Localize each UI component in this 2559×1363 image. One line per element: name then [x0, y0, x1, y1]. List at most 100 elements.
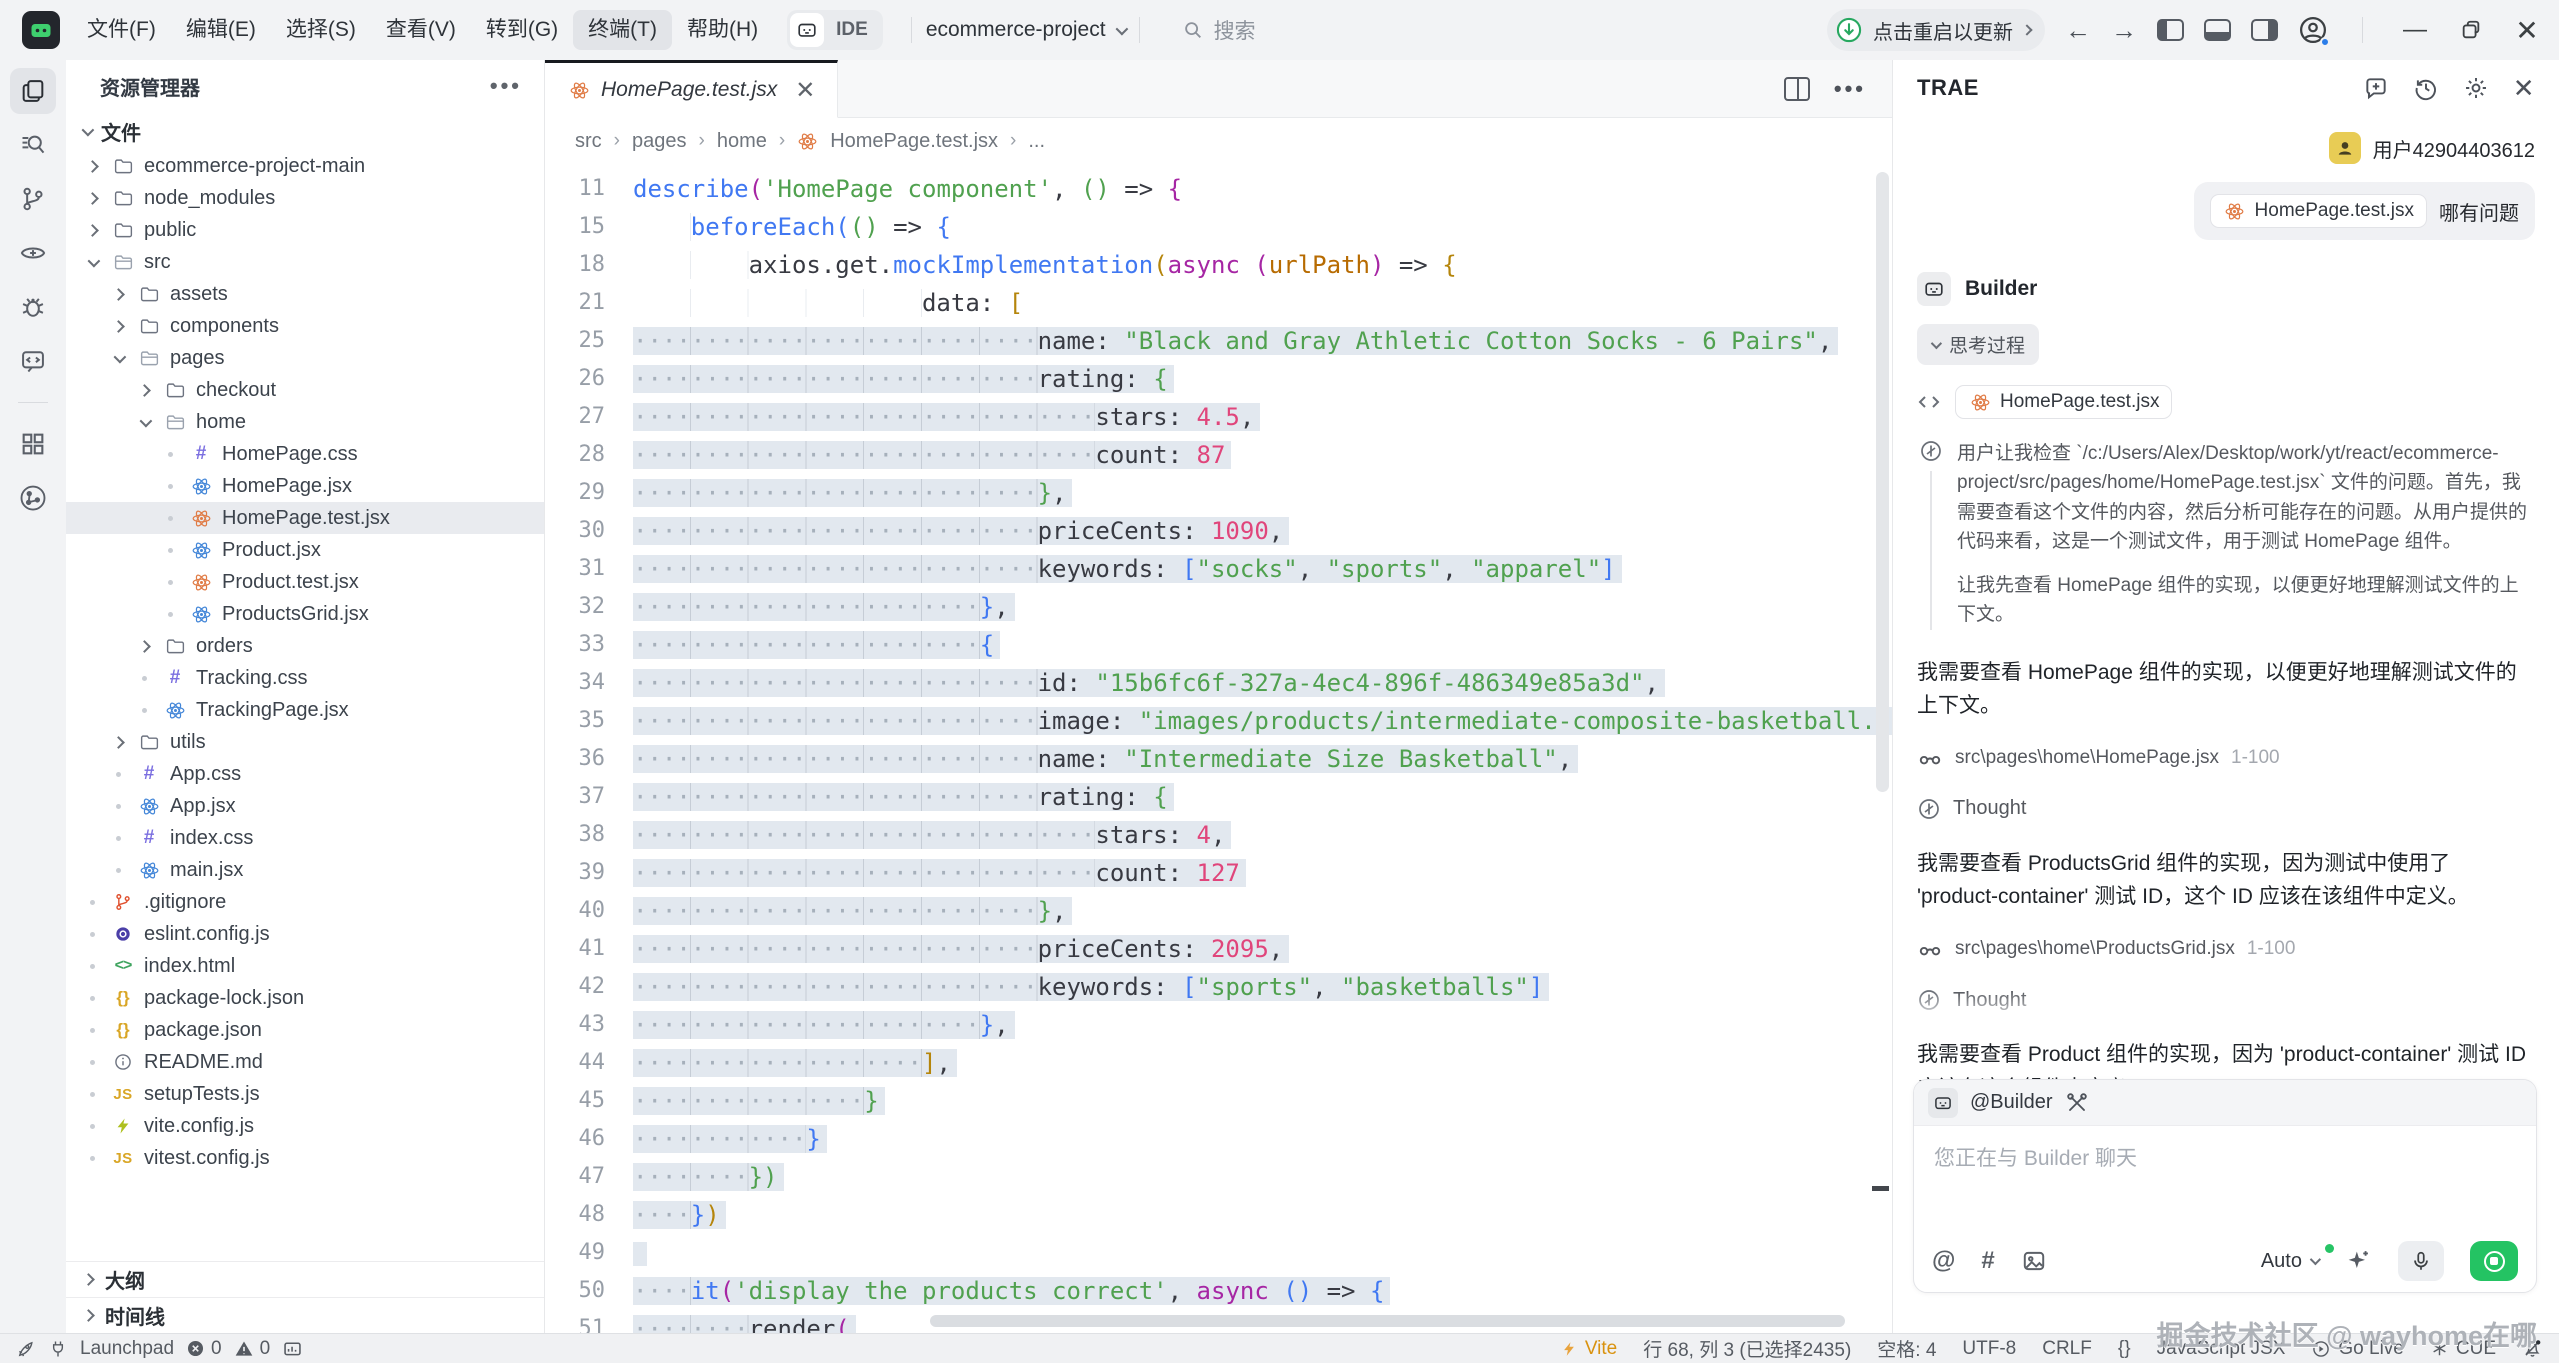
- close-panel-icon[interactable]: ✕: [2513, 73, 2535, 104]
- tree-item-ProductsGrid.jsx[interactable]: ProductsGrid.jsx: [66, 598, 544, 630]
- source-control-icon[interactable]: [10, 176, 56, 222]
- menu-编辑E[interactable]: 编辑(E): [171, 10, 271, 50]
- tree-item-Tracking.css[interactable]: #Tracking.css: [66, 662, 544, 694]
- timeline-section-header[interactable]: 时间线: [66, 1297, 544, 1333]
- status-item-utf-8[interactable]: UTF-8: [1962, 1338, 2016, 1360]
- launchpad-label[interactable]: Launchpad: [80, 1338, 174, 1360]
- thought-row[interactable]: Thought: [1917, 797, 2535, 821]
- code-line-36[interactable]: 36····························name: "Int…: [545, 740, 1892, 778]
- voice-input-button[interactable]: [2398, 1241, 2444, 1281]
- model-mode-selector[interactable]: Auto: [2261, 1250, 2318, 1273]
- code-line-50[interactable]: 50····it('display the products correct',…: [545, 1272, 1892, 1310]
- apps-icon[interactable]: [10, 421, 56, 467]
- code-line-31[interactable]: 31····························keywords: …: [545, 550, 1892, 588]
- code-line-38[interactable]: 38································stars:…: [545, 816, 1892, 854]
- context-file-chip[interactable]: HomePage.test.jsx: [1955, 385, 2172, 419]
- tree-item-Product.test.jsx[interactable]: Product.test.jsx: [66, 566, 544, 598]
- tree-item-orders[interactable]: orders: [66, 630, 544, 662]
- code-line-45[interactable]: 45················}: [545, 1082, 1892, 1120]
- status-item-bell[interactable]: [2522, 1338, 2543, 1359]
- tree-item-home[interactable]: home: [66, 406, 544, 438]
- status-item-cue[interactable]: CUE: [2430, 1338, 2496, 1360]
- code-line-21[interactable]: 21 data: [: [545, 284, 1892, 322]
- status-item--[interactable]: {}: [2118, 1338, 2131, 1360]
- tab-close-icon[interactable]: ✕: [795, 76, 815, 105]
- tree-item-src[interactable]: src: [66, 246, 544, 278]
- tree-item-public[interactable]: public: [66, 214, 544, 246]
- thought-row[interactable]: Thought: [1917, 988, 2535, 1012]
- thinking-process-toggle[interactable]: 思考过程: [1917, 324, 2039, 365]
- breadcrumb-item[interactable]: src: [575, 130, 602, 153]
- file-reference[interactable]: src\pages\home\HomePage.jsx 1-100: [1917, 745, 2535, 771]
- code-line-11[interactable]: 11describe('HomePage component', () => {: [545, 170, 1892, 208]
- menu-转到G[interactable]: 转到(G): [471, 10, 573, 50]
- vertical-scrollbar[interactable]: [1876, 172, 1889, 792]
- code-line-40[interactable]: 40····························},: [545, 892, 1892, 930]
- tree-item-node_modules[interactable]: node_modules: [66, 182, 544, 214]
- editor-more-actions-icon[interactable]: •••: [1834, 76, 1866, 102]
- share-icon[interactable]: [10, 475, 56, 521]
- tree-item-index.html[interactable]: <>index.html: [66, 950, 544, 982]
- breadcrumb-item[interactable]: ...: [1028, 130, 1045, 153]
- tree-item-components[interactable]: components: [66, 310, 544, 342]
- code-line-34[interactable]: 34····························id: "15b6f…: [545, 664, 1892, 702]
- tree-item-Product.jsx[interactable]: Product.jsx: [66, 534, 544, 566]
- outline-section-header[interactable]: 大纲: [66, 1261, 544, 1297]
- code-line-25[interactable]: 25····························name: "Bla…: [545, 322, 1892, 360]
- window-close-button[interactable]: ✕: [2509, 12, 2545, 48]
- code-line-28[interactable]: 28································count:…: [545, 436, 1892, 474]
- code-line-44[interactable]: 44····················],: [545, 1044, 1892, 1082]
- file-reference[interactable]: src\pages\home\ProductsGrid.jsx 1-100: [1917, 936, 2535, 962]
- code-line-46[interactable]: 46············}: [545, 1120, 1892, 1158]
- tree-item-HomePage.jsx[interactable]: HomePage.jsx: [66, 470, 544, 502]
- tools-icon[interactable]: [2065, 1091, 2089, 1115]
- code-line-41[interactable]: 41····························priceCents…: [545, 930, 1892, 968]
- preview-icon[interactable]: [10, 230, 56, 276]
- status-item-vite[interactable]: Vite: [1560, 1338, 1617, 1360]
- code-line-27[interactable]: 27································stars:…: [545, 398, 1892, 436]
- debug-icon[interactable]: [10, 284, 56, 330]
- tree-item-assets[interactable]: assets: [66, 278, 544, 310]
- tab-homepage-test-jsx[interactable]: HomePage.test.jsx ✕: [545, 60, 838, 118]
- menu-文件F[interactable]: 文件(F): [72, 10, 171, 50]
- new-chat-icon[interactable]: [2363, 75, 2389, 101]
- code-line-37[interactable]: 37····························rating: {: [545, 778, 1892, 816]
- problems-errors[interactable]: 0: [186, 1338, 222, 1360]
- composer-agent-label[interactable]: @Builder: [1970, 1091, 2053, 1114]
- problems-warnings[interactable]: 0: [234, 1338, 271, 1360]
- tree-item-README.md[interactable]: README.md: [66, 1046, 544, 1078]
- status-item-空格-4[interactable]: 空格: 4: [1877, 1335, 1936, 1362]
- code-line-29[interactable]: 29····························},: [545, 474, 1892, 512]
- code-line-48[interactable]: 48····}): [545, 1196, 1892, 1234]
- file-chip[interactable]: HomePage.test.jsx: [2210, 194, 2427, 228]
- attach-image-icon[interactable]: [2021, 1248, 2047, 1274]
- tree-item-App.css[interactable]: #App.css: [66, 758, 544, 790]
- account-avatar[interactable]: [2298, 15, 2328, 45]
- files-section-header[interactable]: 文件: [66, 112, 544, 150]
- code-line-49[interactable]: 49: [545, 1234, 1892, 1272]
- status-item-crlf[interactable]: CRLF: [2042, 1338, 2092, 1360]
- ide-mode-toggle[interactable]: IDE: [787, 10, 883, 50]
- window-restore-button[interactable]: [2453, 12, 2489, 48]
- breadcrumb-item[interactable]: HomePage.test.jsx: [830, 130, 998, 153]
- code-line-18[interactable]: 18 axios.get.mockImplementation(async (u…: [545, 246, 1892, 284]
- menu-终端T[interactable]: 终端(T): [573, 10, 672, 50]
- search-icon[interactable]: [10, 122, 56, 168]
- nav-forward-button[interactable]: →: [2111, 15, 2137, 46]
- breadcrumb-item[interactable]: pages: [632, 130, 687, 153]
- history-icon[interactable]: [2413, 75, 2439, 101]
- tree-item-vite.config.js[interactable]: vite.config.js: [66, 1110, 544, 1142]
- tree-item-setupTests.js[interactable]: JSsetupTests.js: [66, 1078, 544, 1110]
- menu-帮助H[interactable]: 帮助(H): [672, 10, 773, 50]
- settings-gear-icon[interactable]: [2463, 75, 2489, 101]
- project-selector[interactable]: ecommerce-project: [926, 18, 1125, 42]
- nav-back-button[interactable]: ←: [2065, 15, 2091, 46]
- status-item-行-68-列-3-已选择2435-[interactable]: 行 68, 列 3 (已选择2435): [1643, 1335, 1851, 1362]
- terminal-ports-icon[interactable]: [282, 1338, 303, 1359]
- tree-item-utils[interactable]: utils: [66, 726, 544, 758]
- code-line-32[interactable]: 32························},: [545, 588, 1892, 626]
- menu-选择S[interactable]: 选择(S): [271, 10, 371, 50]
- tree-item-.gitignore[interactable]: .gitignore: [66, 886, 544, 918]
- tree-item-HomePage.css[interactable]: #HomePage.css: [66, 438, 544, 470]
- mention-icon[interactable]: @: [1932, 1247, 1955, 1275]
